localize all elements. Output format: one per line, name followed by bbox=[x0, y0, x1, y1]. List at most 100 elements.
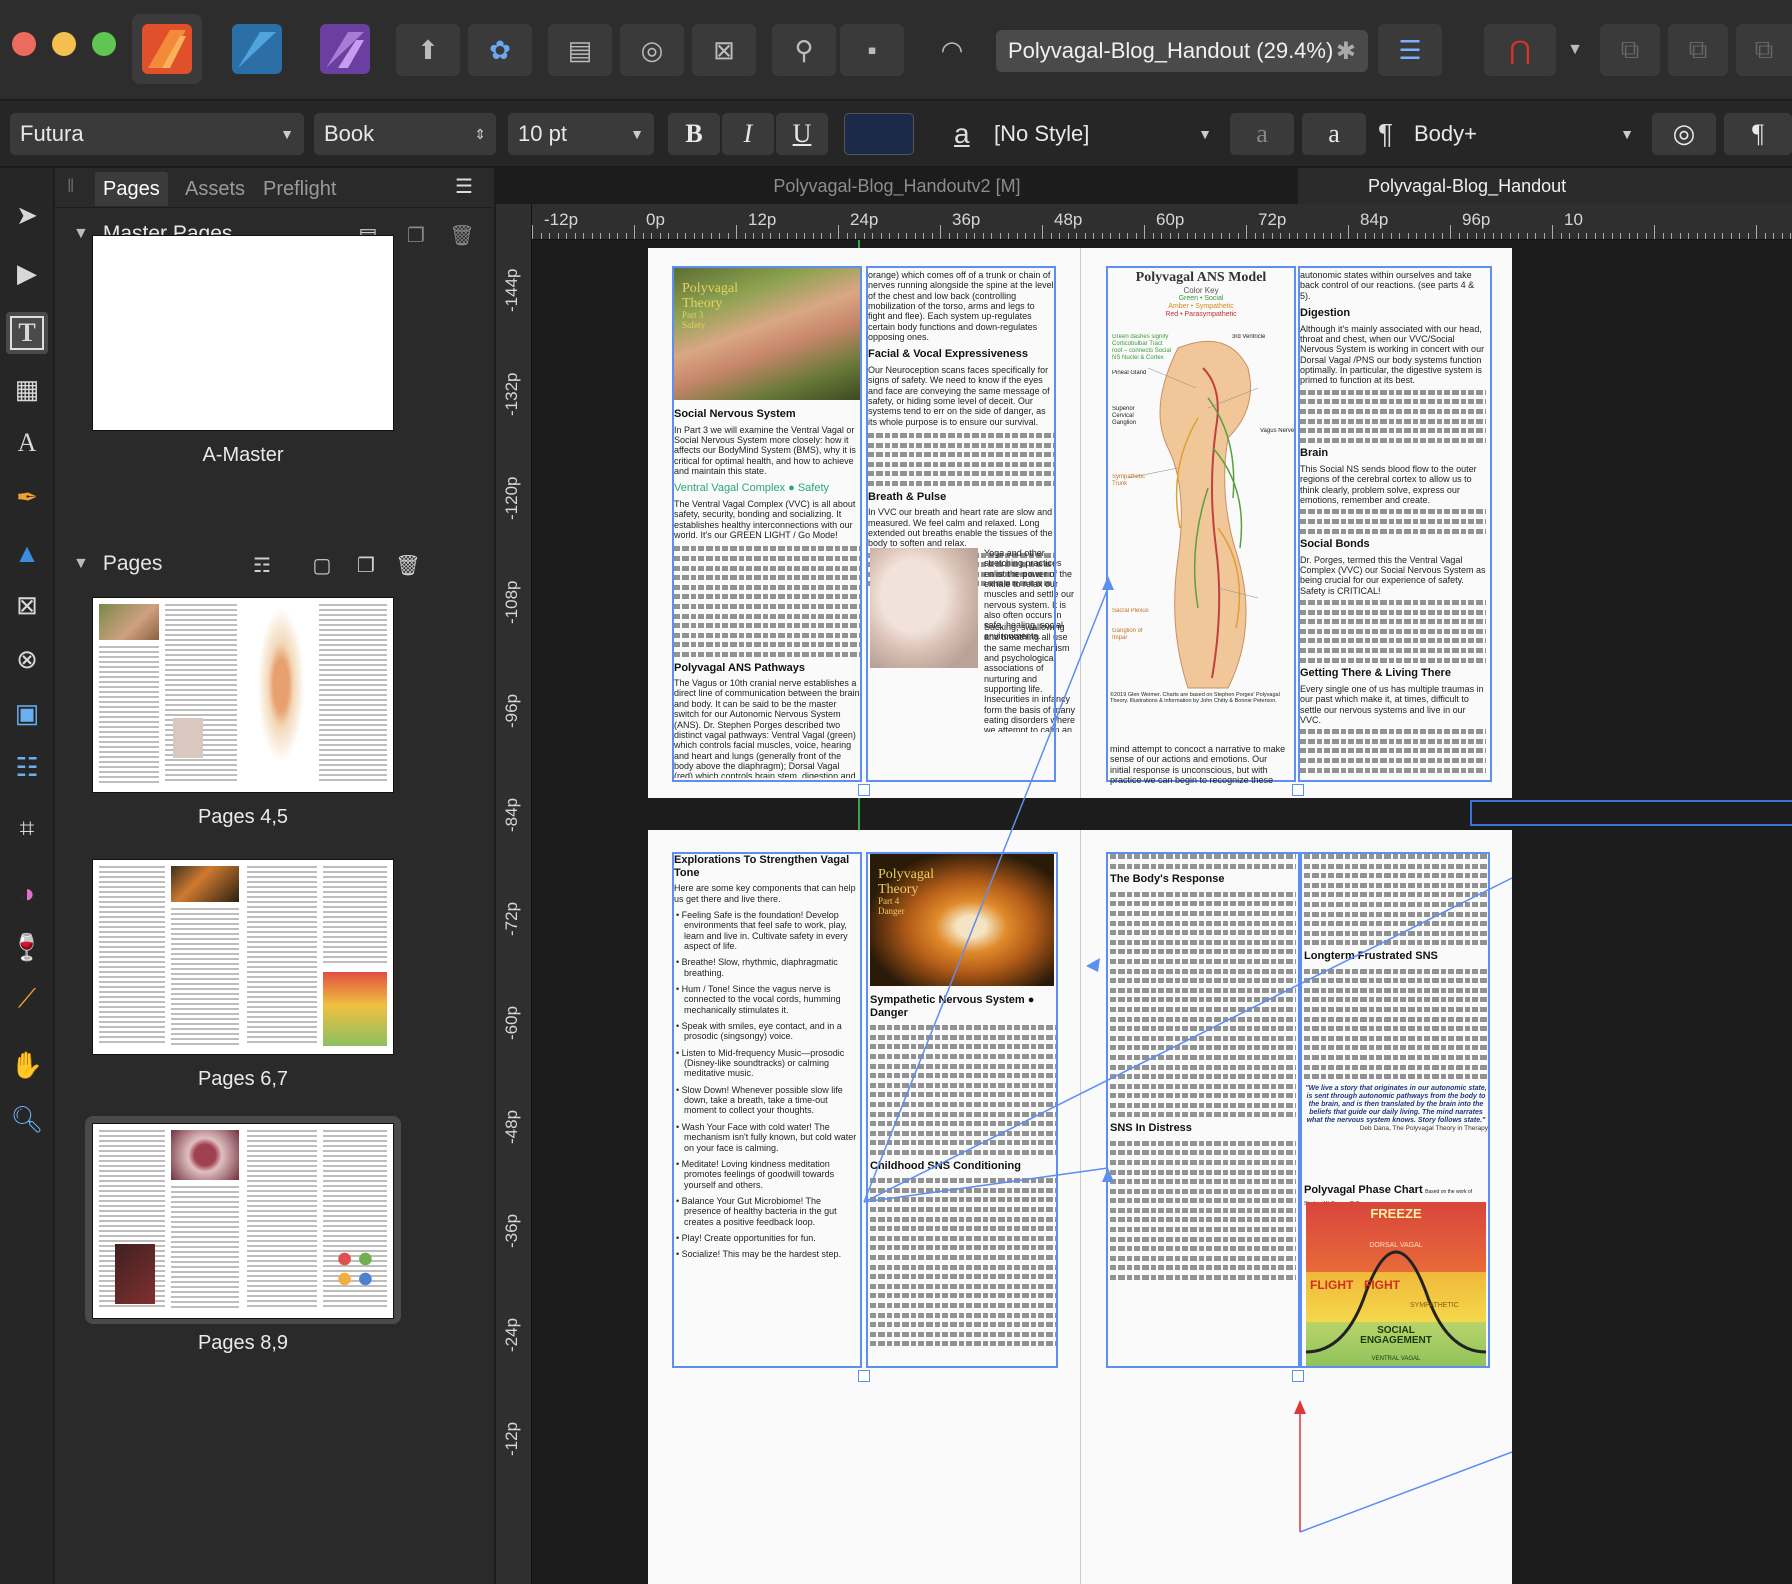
clear-para-style-button[interactable]: ◎ bbox=[1652, 113, 1716, 155]
zoom-window-button[interactable] bbox=[92, 32, 116, 56]
character-style-select[interactable]: [No Style] ▼ bbox=[984, 113, 1222, 155]
tools-panel: ➤ ▶ T ▦ A ✒ ▲ ⊠ ⊗ ▣ ☷ ⌗ ◑ 🍷 ⟋ ✋ 🔍︎ bbox=[0, 168, 54, 1584]
clear-char-style-button[interactable]: a bbox=[1230, 113, 1294, 155]
infant-photo-thumb bbox=[173, 718, 203, 758]
snapping-button[interactable]: ⋂ bbox=[1484, 24, 1556, 76]
underline-button[interactable]: U bbox=[776, 113, 828, 155]
create-char-style-button[interactable]: a bbox=[1302, 113, 1366, 155]
spread-thumbnail-6-7[interactable] bbox=[93, 860, 393, 1054]
chevron-down-icon: ▼ bbox=[280, 126, 294, 142]
publisher-persona-icon bbox=[142, 24, 192, 74]
wine-glass-icon: 🍷 bbox=[10, 931, 44, 962]
document-tab-title: Polyvagal-Blog_Handout (29.4%) bbox=[1008, 38, 1334, 63]
text-fill-color-swatch[interactable] bbox=[844, 113, 914, 155]
pin-button[interactable]: ⚲ bbox=[772, 24, 836, 76]
add-page-icon[interactable]: ▢ bbox=[309, 552, 335, 578]
color-picker-tool[interactable]: ◑ bbox=[6, 872, 48, 914]
performer-photo-thumb bbox=[115, 1244, 155, 1304]
asset-gear-button[interactable]: ✿ bbox=[468, 24, 532, 76]
hand-tool[interactable]: ✋ bbox=[6, 1044, 48, 1086]
insert-pages-icon[interactable]: ☶ bbox=[249, 552, 275, 578]
ellipse-frame-tool[interactable]: ⊗ bbox=[6, 638, 48, 680]
close-window-button[interactable] bbox=[12, 32, 36, 56]
shape-tool[interactable]: ▲ bbox=[6, 532, 48, 574]
publisher-persona-button[interactable] bbox=[132, 14, 202, 84]
text-wrap-icon: ☷ bbox=[15, 751, 39, 782]
spread-label-6-7: Pages 6,7 bbox=[197, 1068, 289, 1090]
frame-view-button[interactable]: ⊠ bbox=[692, 24, 756, 76]
trash-icon[interactable]: 🗑︎ bbox=[449, 222, 475, 248]
tab-preflight[interactable]: Preflight bbox=[255, 172, 344, 206]
disclosure-triangle-icon[interactable]: ▼ bbox=[73, 225, 89, 243]
pen-icon: ✒ bbox=[16, 481, 38, 512]
font-size-value: 10 pt bbox=[518, 121, 567, 146]
delete-page-icon[interactable]: 🗑︎ bbox=[395, 552, 421, 578]
tab-assets[interactable]: Assets bbox=[177, 172, 253, 206]
font-style-value: Book bbox=[324, 121, 375, 146]
preview-mode-button[interactable]: ▤ bbox=[548, 24, 612, 76]
photo-persona-icon bbox=[320, 24, 370, 74]
photo-persona-button[interactable] bbox=[310, 14, 380, 84]
spread-thumbnail-8-9[interactable] bbox=[93, 1124, 393, 1318]
arrange-front-button[interactable]: ⧉ bbox=[1736, 24, 1792, 76]
designer-persona-button[interactable] bbox=[222, 14, 292, 84]
place-image-tool[interactable]: ▣ bbox=[6, 692, 48, 734]
table-tool[interactable]: ▦ bbox=[6, 368, 48, 410]
picture-frame-icon: ⊠ bbox=[16, 589, 38, 620]
panel-menu-icon[interactable]: ☰ bbox=[455, 174, 473, 199]
pen-tool[interactable]: ✒ bbox=[6, 476, 48, 518]
disclosure-triangle-icon[interactable]: ▼ bbox=[73, 555, 89, 573]
upload-icon-button[interactable]: ⬆ bbox=[396, 24, 460, 76]
fill-tool[interactable]: 🍷 bbox=[6, 926, 48, 968]
view-mode-button[interactable]: ◠ bbox=[920, 24, 984, 76]
frame-text-tool[interactable]: T bbox=[6, 312, 48, 354]
duplicate-master-icon[interactable]: ❐ bbox=[403, 222, 429, 248]
font-style-select[interactable]: Book ⇕ bbox=[314, 113, 496, 155]
zoom-tool[interactable]: 🔍︎ bbox=[6, 1098, 48, 1140]
italic-button[interactable]: I bbox=[722, 113, 774, 155]
arrange-forward-button[interactable]: ⧉ bbox=[1668, 24, 1728, 76]
stepper-icon: ⇕ bbox=[474, 125, 486, 142]
paragraph-style-select[interactable]: Body+ ▼ bbox=[1404, 113, 1644, 155]
main-toolbar: ⬆ ✿ ▤ ◎ ⊠ ⚲ ▪ ◠ Polyvagal-Blog_Handout (… bbox=[0, 0, 1792, 100]
pointer-icon: ➤ bbox=[16, 199, 38, 230]
tab-pages[interactable]: Pages bbox=[95, 172, 168, 206]
panel-tabs: ‖ Pages Assets Preflight ☰ bbox=[55, 168, 495, 208]
add-spread-icon[interactable]: ❐ bbox=[353, 552, 379, 578]
lines-icon: ☰ bbox=[1398, 34, 1422, 65]
bold-button[interactable]: B bbox=[668, 113, 720, 155]
arrange-back-button[interactable]: ⧉ bbox=[1600, 24, 1660, 76]
node-tool[interactable]: ▶ bbox=[6, 252, 48, 294]
move-tool[interactable]: ➤ bbox=[6, 194, 48, 236]
baseline-grid-button[interactable]: ☰ bbox=[1378, 24, 1442, 76]
chevron-down-icon: ▼ bbox=[1198, 126, 1212, 142]
text-wrap-tool[interactable]: ☷ bbox=[6, 746, 48, 788]
text-frame-button[interactable]: ▪ bbox=[840, 24, 904, 76]
unsaved-indicator-icon[interactable]: ✱ bbox=[1336, 37, 1356, 66]
page-icon: ▤ bbox=[567, 34, 593, 65]
character-style-value: [No Style] bbox=[994, 121, 1090, 146]
document-tab[interactable]: Polyvagal-Blog_Handout (29.4%) ✱ bbox=[996, 30, 1368, 72]
document-canvas[interactable]: Polyvagal-Blog_Handoutv2 [M] Polyvagal-B… bbox=[496, 168, 1792, 1584]
drag-handle-icon[interactable]: ‖ bbox=[67, 176, 74, 197]
layers-back-icon: ⧉ bbox=[1620, 34, 1640, 64]
minimize-window-button[interactable] bbox=[52, 32, 76, 56]
font-size-select[interactable]: 10 pt ▼ bbox=[508, 113, 654, 155]
snapping-options-button[interactable]: ▼ bbox=[1562, 24, 1588, 76]
layers-front-icon: ⧉ bbox=[1754, 34, 1774, 64]
spread-thumbnail-4-5[interactable] bbox=[93, 598, 393, 792]
picture-frame-tool[interactable]: ⊠ bbox=[6, 584, 48, 626]
cloud-upload-icon: ⬆ bbox=[417, 34, 439, 65]
crop-tool[interactable]: ⌗ bbox=[6, 808, 48, 850]
eyedropper-tool[interactable]: ⟋ bbox=[6, 978, 48, 1020]
bleed-view-button[interactable]: ◎ bbox=[620, 24, 684, 76]
off-canvas-frame[interactable] bbox=[1470, 800, 1792, 826]
artistic-text-tool[interactable]: A bbox=[6, 422, 48, 464]
pages-header[interactable]: ▼ Pages bbox=[55, 546, 495, 582]
magnifier-icon: 🔍︎ bbox=[10, 1103, 44, 1134]
create-para-style-button[interactable]: ¶ bbox=[1724, 113, 1792, 155]
master-a-thumbnail[interactable] bbox=[93, 236, 393, 430]
chevron-down-icon: ▼ bbox=[1567, 41, 1583, 58]
font-family-select[interactable]: Futura ▼ bbox=[10, 113, 304, 155]
chevron-down-icon: ▼ bbox=[630, 126, 644, 142]
